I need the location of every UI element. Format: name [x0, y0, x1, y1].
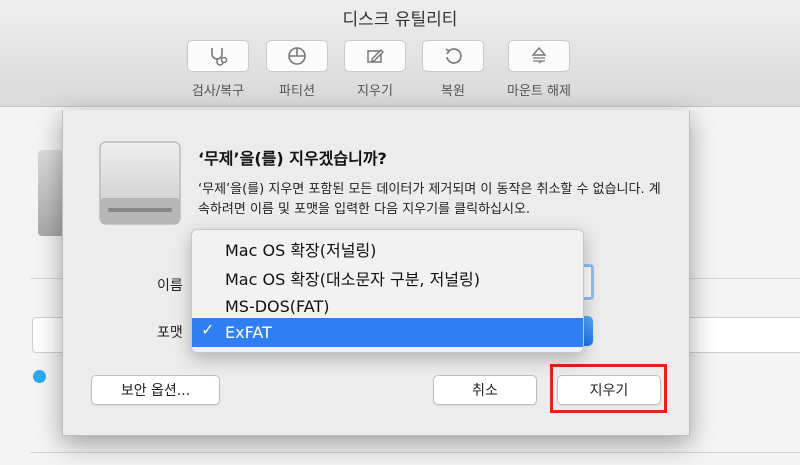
status-dot: [33, 370, 46, 383]
window-title: 디스크 유틸리티: [342, 10, 458, 30]
format-option-exfat[interactable]: ✓ ExFAT: [192, 318, 583, 347]
erase-tool[interactable]: 지우기: [335, 40, 415, 99]
dialog-message: ‘무제’을(를) 지우면 포함된 모든 데이터가 제거되며 이 동작은 취소할 …: [198, 182, 661, 217]
erase-toolbar-button[interactable]: [344, 40, 406, 72]
restore-tool[interactable]: 복원: [413, 40, 493, 99]
partition-tool[interactable]: 파티션: [257, 40, 337, 99]
partition-button[interactable]: [266, 40, 328, 72]
title-bar: 디스크 유틸리티 검사/복구 파티션 지우기 복원 마운트 해제: [0, 0, 800, 107]
format-option-exfat-label: ExFAT: [225, 323, 272, 342]
dialog-title: ‘무제’을(를) 지우겠습니까?: [198, 149, 387, 168]
cancel-button[interactable]: 취소: [433, 375, 537, 405]
name-label: 이름: [157, 278, 183, 294]
format-option-mac-case-sensitive[interactable]: Mac OS 확장(대소문자 구분, 저널링): [192, 263, 583, 292]
pie-chart-icon: [288, 47, 306, 65]
partition-label: 파티션: [279, 84, 315, 99]
format-label: 포맷: [157, 325, 183, 341]
external-drive-icon: [99, 141, 181, 225]
erase-icon: [367, 49, 384, 63]
format-option-mac-journaled[interactable]: Mac OS 확장(저널링): [192, 234, 583, 263]
format-menu: Mac OS 확장(저널링) Mac OS 확장(대소문자 구분, 저널링) M…: [191, 229, 584, 353]
stethoscope-icon: [211, 48, 228, 66]
background-field-right: [690, 317, 800, 353]
eject-icon: [531, 46, 547, 64]
erase-highlight-box: [550, 364, 667, 413]
background-drive-icon: [38, 150, 64, 236]
erase-label: 지우기: [357, 84, 393, 99]
restore-icon: [445, 48, 462, 64]
restore-label: 복원: [441, 84, 465, 99]
first-aid-label: 검사/복구: [191, 84, 245, 99]
unmount-button[interactable]: [508, 40, 570, 72]
restore-button[interactable]: [422, 40, 484, 72]
checkmark-icon: ✓: [201, 320, 215, 339]
unmount-label: 마운트 해제: [507, 84, 571, 99]
divider: [30, 452, 800, 453]
first-aid-tool[interactable]: 검사/복구: [178, 40, 258, 99]
unmount-tool[interactable]: 마운트 해제: [499, 40, 579, 99]
format-option-msdos[interactable]: MS-DOS(FAT): [192, 292, 583, 321]
first-aid-button[interactable]: [187, 40, 249, 72]
security-options-button[interactable]: 보안 옵션...: [91, 375, 220, 405]
